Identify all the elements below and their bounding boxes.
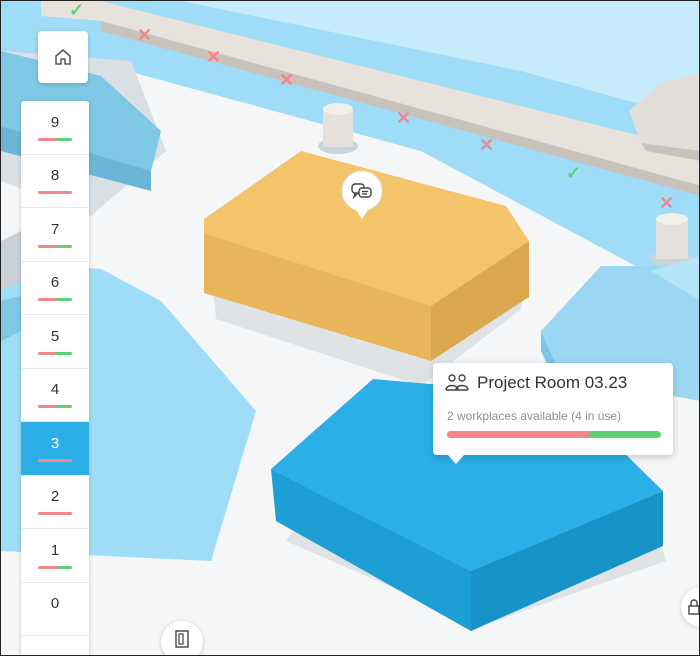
floor-label: 6 <box>50 274 60 292</box>
svg-text:✕: ✕ <box>206 47 221 67</box>
svg-text:✕: ✕ <box>137 25 152 45</box>
occupancy-used <box>447 431 590 438</box>
door-button[interactable] <box>161 621 203 655</box>
floor-button-2[interactable]: 2 <box>21 476 89 529</box>
home-icon <box>55 49 71 65</box>
svg-text:✓: ✓ <box>69 1 84 20</box>
svg-text:✕: ✕ <box>479 135 494 155</box>
floor-button-4[interactable]: 4 <box>21 369 89 422</box>
floor-status-bar <box>38 244 72 248</box>
floor-button-6[interactable]: 6 <box>21 262 89 315</box>
floor-status-bar <box>38 137 72 141</box>
floor-status-bar <box>38 191 72 195</box>
lock-icon <box>688 599 699 615</box>
floor-label: 2 <box>50 488 60 506</box>
building-left-edge <box>1 231 21 291</box>
map-canvas[interactable]: ✕ ✕ ✕ ✕ ✕ ✓ ✕ ✓ <box>1 1 700 656</box>
floor-status-bar <box>38 565 72 569</box>
floor-label: 1 <box>50 541 60 559</box>
floor-status-bar <box>38 512 72 516</box>
floor-label: 9 <box>50 113 60 131</box>
meeting-room-pin[interactable] <box>340 169 384 229</box>
svg-text:✓: ✓ <box>566 163 581 183</box>
svg-text:✕: ✕ <box>396 108 411 128</box>
availability-text: 2 workplaces available (4 in use) <box>447 409 622 423</box>
floor-label: 5 <box>50 327 60 345</box>
room-title: Project Room 03.23 <box>477 373 628 392</box>
floor-label: 8 <box>50 167 60 185</box>
floor-status-bar <box>38 351 72 355</box>
floor-status-bar <box>38 619 72 622</box>
floorplan-viewer: ✕ ✕ ✕ ✕ ✕ ✓ ✕ ✓ 9 8 7 6 5 4 3 2 1 0 Proj… <box>0 0 700 656</box>
occupancy-bar <box>447 431 661 438</box>
floor-status-bar <box>38 298 72 302</box>
floor-button-5[interactable]: 5 <box>21 315 89 369</box>
people-icon <box>445 374 469 391</box>
floor-button-3[interactable]: 3 <box>21 422 89 476</box>
floor-button-8[interactable]: 8 <box>21 155 89 208</box>
bollard <box>318 103 358 154</box>
svg-text:✕: ✕ <box>279 70 294 90</box>
floor-button-9[interactable]: 9 <box>21 101 89 155</box>
floor-status-bar <box>38 405 72 409</box>
svg-text:✕: ✕ <box>659 193 674 213</box>
floor-button-7[interactable]: 7 <box>21 208 89 262</box>
door-icon <box>175 630 189 648</box>
home-button[interactable] <box>38 31 88 83</box>
floor-selector: 9 8 7 6 5 4 3 2 1 0 <box>21 101 89 655</box>
floor-status-bar <box>38 458 72 462</box>
floor-button-0[interactable]: 0 <box>21 583 89 636</box>
room-tooltip[interactable]: Project Room 03.23 2 workplaces availabl… <box>433 363 673 464</box>
floor-label: 0 <box>50 595 60 613</box>
floor-button-1[interactable]: 1 <box>21 529 89 583</box>
floor-label: 3 <box>50 434 60 452</box>
floor-label: 7 <box>50 220 60 238</box>
floor-label: 4 <box>50 381 60 399</box>
